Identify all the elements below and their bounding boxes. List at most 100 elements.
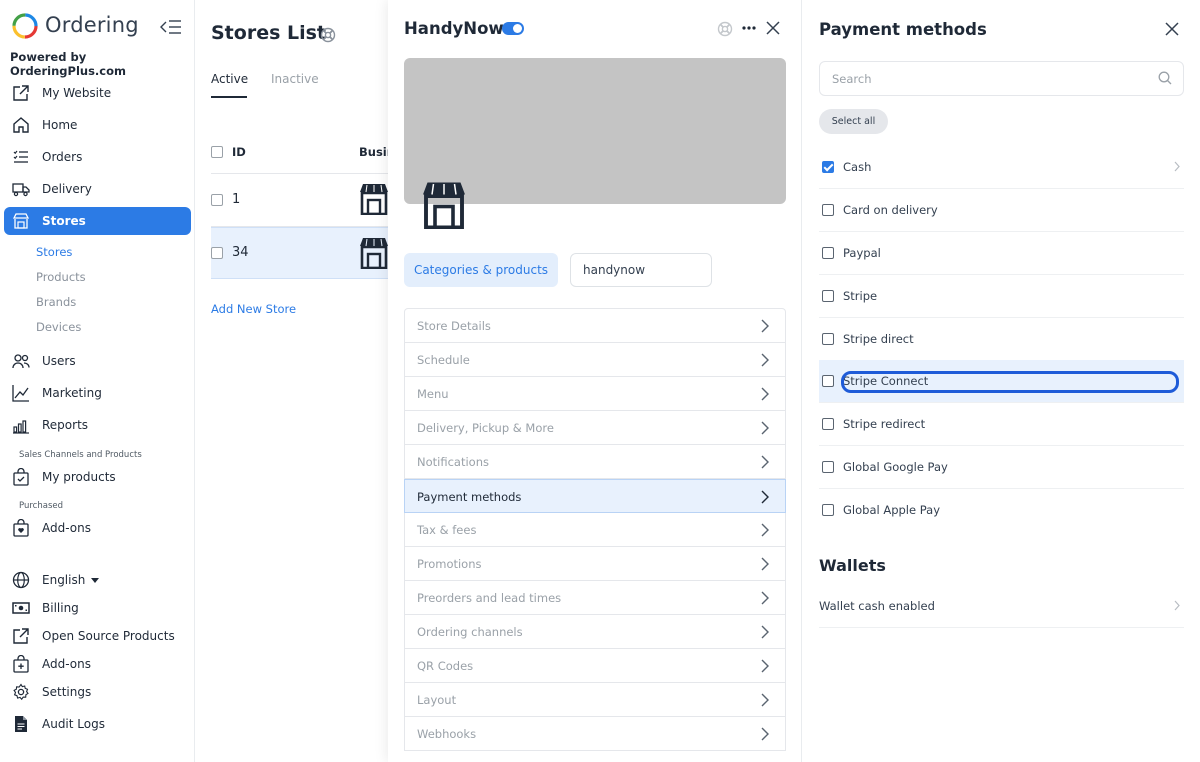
store-logo-icon[interactable] [419, 181, 469, 229]
payment-method-global-google-pay[interactable]: Global Google Pay [819, 446, 1184, 489]
tab-active[interactable]: Active [211, 72, 248, 86]
payment-method-global-apple-pay[interactable]: Global Apple Pay [819, 489, 1184, 532]
payment-method-cash[interactable]: Cash [819, 146, 1184, 189]
payment-checkbox[interactable] [822, 461, 834, 473]
close-icon[interactable] [1165, 22, 1179, 36]
select-all-stores-checkbox[interactable] [211, 146, 223, 158]
menu-tax-fees[interactable]: Tax & fees [405, 513, 785, 547]
payment-methods-panel: Payment methods Select all Cash Card on … [802, 0, 1200, 762]
nav-stores[interactable]: Stores [4, 207, 191, 235]
nav-marketing[interactable]: Marketing [4, 379, 191, 407]
payment-method-stripe-connect[interactable]: Stripe Connect [819, 360, 1184, 403]
close-icon[interactable] [766, 21, 780, 35]
help-lifebuoy-icon[interactable] [717, 21, 733, 37]
store-row-checkbox[interactable] [211, 247, 223, 259]
list-icon [12, 148, 30, 166]
nav-orders[interactable]: Orders [4, 143, 191, 171]
menu-layout[interactable]: Layout [405, 683, 785, 717]
nav-users[interactable]: Users [4, 347, 191, 375]
nav-label: Users [42, 354, 76, 368]
add-new-store-link[interactable]: Add New Store [211, 302, 296, 316]
nav-settings[interactable]: Settings [4, 678, 191, 706]
nav-label: Marketing [42, 386, 102, 400]
categories-products-button[interactable]: Categories & products [404, 253, 558, 287]
select-all-button[interactable]: Select all [819, 109, 888, 134]
nav-add-ons[interactable]: Add-ons [4, 650, 191, 678]
nav-add-ons-purchased[interactable]: Add-ons [4, 514, 191, 542]
payment-search-input[interactable] [819, 61, 1184, 96]
payment-method-paypal[interactable]: Paypal [819, 232, 1184, 275]
menu-delivery-pickup[interactable]: Delivery, Pickup & More [405, 411, 785, 445]
tab-inactive[interactable]: Inactive [271, 72, 319, 86]
menu-label: Webhooks [417, 727, 477, 741]
menu-store-details[interactable]: Store Details [405, 309, 785, 343]
menu-payment-methods[interactable]: Payment methods [404, 479, 786, 513]
menu-ordering-channels[interactable]: Ordering channels [405, 615, 785, 649]
menu-preorders[interactable]: Preorders and lead times [405, 581, 785, 615]
nav-home[interactable]: Home [4, 111, 191, 139]
menu-menu[interactable]: Menu [405, 377, 785, 411]
nav-billing[interactable]: Billing [4, 594, 191, 622]
nav-sub-brands[interactable]: Brands [36, 295, 76, 309]
nav-sub-products[interactable]: Products [36, 270, 86, 284]
nav-reports[interactable]: Reports [4, 411, 191, 439]
payment-checkbox[interactable] [822, 504, 834, 516]
payment-method-card-on-delivery[interactable]: Card on delivery [819, 189, 1184, 232]
nav-audit-logs[interactable]: Audit Logs [4, 710, 191, 738]
gear-icon [12, 683, 30, 701]
payment-label: Card on delivery [843, 203, 938, 217]
nav-label: Settings [42, 685, 92, 699]
nav-my-website[interactable]: My Website [4, 79, 191, 107]
search-icon[interactable] [1158, 71, 1172, 85]
sidebar: Ordering Powered by OrderingPlus.com My … [0, 0, 195, 762]
menu-webhooks[interactable]: Webhooks [405, 717, 785, 751]
menu-schedule[interactable]: Schedule [405, 343, 785, 377]
wallet-cash-enabled-row[interactable]: Wallet cash enabled [819, 588, 1184, 628]
store-id: 34 [232, 245, 249, 260]
store-row-checkbox[interactable] [211, 194, 223, 206]
menu-promotions[interactable]: Promotions [405, 547, 785, 581]
store-enabled-toggle[interactable] [502, 22, 524, 35]
payment-checkbox[interactable] [822, 290, 834, 302]
menu-label: Schedule [417, 353, 470, 367]
nav-sub-devices[interactable]: Devices [36, 320, 81, 334]
payment-checkbox[interactable] [822, 161, 834, 173]
nav-sub-stores[interactable]: Stores [36, 245, 72, 259]
brand-name: Ordering [45, 13, 139, 37]
payment-method-stripe-direct[interactable]: Stripe direct [819, 318, 1184, 361]
menu-label: Ordering channels [417, 625, 523, 639]
nav-delivery[interactable]: Delivery [4, 175, 191, 203]
users-icon [12, 352, 30, 370]
chevron-right-icon [761, 693, 769, 707]
payment-checkbox[interactable] [822, 375, 834, 387]
payment-method-stripe-redirect[interactable]: Stripe redirect [819, 403, 1184, 446]
row-divider [211, 173, 388, 174]
help-lifebuoy-icon[interactable] [320, 27, 336, 43]
file-icon [12, 715, 30, 733]
nav-label: Billing [42, 601, 79, 615]
payment-method-stripe[interactable]: Stripe [819, 275, 1184, 318]
menu-label: QR Codes [417, 659, 474, 673]
tab-underline [211, 96, 247, 98]
store-settings-menu: Store Details Schedule Menu Delivery, Pi… [404, 308, 786, 751]
chevron-right-icon [761, 625, 769, 639]
more-options-icon[interactable] [742, 23, 756, 33]
nav-open-source-products[interactable]: Open Source Products [4, 622, 191, 650]
menu-notifications[interactable]: Notifications [405, 445, 785, 479]
menu-qr-codes[interactable]: QR Codes [405, 649, 785, 683]
payment-checkbox[interactable] [822, 247, 834, 259]
chevron-right-icon [761, 353, 769, 367]
language-selector[interactable]: English [4, 566, 191, 594]
payment-checkbox[interactable] [822, 333, 834, 345]
chevron-right-icon [1174, 161, 1180, 172]
nav-my-products[interactable]: My products [4, 463, 191, 491]
stores-list: Stores List Active Inactive ID Busin 1 3… [195, 0, 395, 762]
chevron-right-icon [761, 455, 769, 469]
payment-checkbox[interactable] [822, 204, 834, 216]
store-slug-input[interactable] [570, 253, 712, 287]
menu-label: Tax & fees [417, 523, 477, 537]
payment-checkbox[interactable] [822, 418, 834, 430]
store-logo-icon [360, 184, 388, 215]
external-link-icon [12, 84, 30, 102]
collapse-sidebar-icon[interactable] [160, 18, 182, 36]
